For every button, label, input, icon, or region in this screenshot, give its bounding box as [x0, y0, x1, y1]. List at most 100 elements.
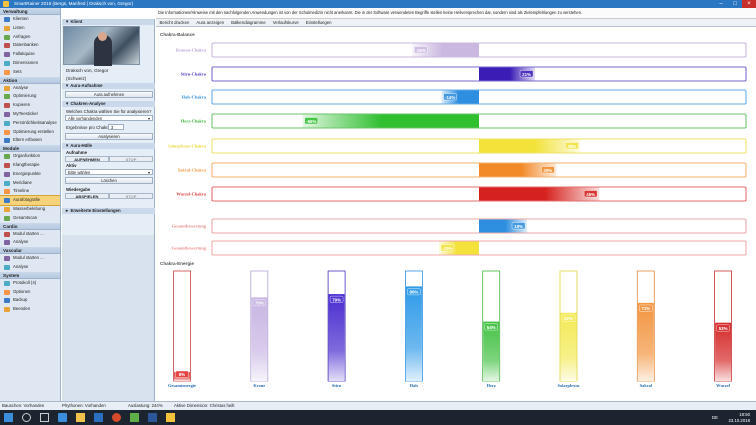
status-bar: Bauschen: Vorhanden Phythonen: Vorhanden… — [0, 401, 756, 410]
sidebar-item[interactable]: Datenbanken — [0, 41, 60, 50]
sidebar-item[interactable]: MyTeesticker — [0, 110, 60, 119]
nav-section-3[interactable]: Cardio — [0, 222, 60, 230]
sidebar-item-label: Protokoll (4) — [13, 279, 37, 285]
klient-header[interactable]: ▼ Klient — [62, 19, 154, 25]
balance-category-label: Kronen-Chakra — [176, 48, 207, 53]
loeschen-button[interactable]: Löschen — [65, 177, 153, 184]
aurahuelle-header[interactable]: ▼ Aura-Hülle — [62, 143, 155, 149]
toolbar-item[interactable]: Bericht drucken — [156, 19, 193, 27]
store-icon[interactable] — [94, 413, 103, 422]
sidebar-item[interactable]: Klienten — [0, 15, 60, 24]
aufnehmen-button[interactable]: AUFNEHMEN — [65, 156, 109, 162]
clock-time[interactable]: 18:50 — [739, 412, 750, 417]
nav-item-icon — [4, 60, 10, 66]
chakra-select[interactable]: Alle vorhandenden ▾ — [65, 115, 153, 121]
chevron-down-icon: ▾ — [147, 116, 150, 121]
search-icon[interactable] — [22, 413, 31, 422]
nav-item-icon — [4, 198, 10, 204]
sidebar-item[interactable]: Eltern erfassen — [0, 136, 60, 145]
sidebar-item[interactable]: Analyse — [0, 238, 60, 247]
main-toolbar: Bericht drucken Aura anzeigen Balkendiagra… — [156, 19, 756, 27]
sidebar-item[interactable]: Modul starten ... — [0, 254, 60, 263]
sidebar-item[interactable]: Listen — [0, 24, 60, 33]
nav-section-0[interactable]: Verwaltung — [0, 8, 60, 15]
nav-item-icon — [4, 85, 10, 91]
nav-item-icon — [4, 215, 10, 221]
sidebar-item[interactable]: Analyse — [0, 263, 60, 272]
smartrainer-icon[interactable] — [166, 413, 175, 422]
sidebar-item[interactable]: Optimierung erstellen — [0, 128, 60, 137]
clock-date[interactable]: 23.10.2018 — [728, 418, 750, 423]
nav-item-icon — [4, 240, 10, 246]
sidebar-item-label: Analyse — [13, 84, 29, 90]
nav-item-icon — [4, 52, 10, 58]
word-icon[interactable] — [148, 413, 157, 422]
aura-header[interactable]: ▼ Aura-Aufnahme — [62, 83, 155, 89]
sidebar-item[interactable]: Persönlichkeitsanalyse — [0, 119, 60, 128]
balance-category-label: Herz-Chakra — [181, 119, 207, 124]
maximize-button[interactable]: □ — [728, 0, 742, 8]
sidebar-item[interactable]: Beenden — [0, 305, 60, 314]
sidebar-item[interactable]: Optionen — [0, 288, 60, 297]
sidebar-item-label: Beenden — [13, 306, 31, 312]
sidebar-item[interactable]: Dimensionen — [0, 59, 60, 68]
close-button[interactable]: × — [742, 0, 756, 8]
nav-item-icon — [4, 17, 10, 22]
sidebar-item[interactable]: Optimierung — [0, 92, 60, 101]
sidebar-item[interactable]: Energiepunkte — [0, 170, 60, 179]
chakren-header[interactable]: ▼ Chakren-Analyse — [62, 101, 155, 107]
abspielen-button[interactable]: ABSPIELEN — [65, 193, 109, 199]
sidebar-item[interactable]: Modul starten ... — [0, 230, 60, 239]
sidebar-item[interactable]: Klangtherapie — [0, 161, 60, 170]
nav-item-icon — [4, 25, 10, 31]
aura-select-value: Bitte wählen — [68, 170, 91, 175]
sidebar-item[interactable]: Sets — [0, 68, 60, 77]
nav-item-icon — [4, 129, 10, 135]
nav-section-4[interactable]: Vascular — [0, 247, 60, 255]
aura-select[interactable]: Bitte wählen ▾ — [65, 169, 153, 175]
energy-value-label: 54% — [487, 325, 496, 330]
edge-icon[interactable] — [58, 413, 67, 422]
sidebar-item[interactable]: Kopieren — [0, 101, 60, 110]
sidebar-item[interactable]: Analyse — [0, 84, 60, 93]
sidebar-item[interactable]: Aurafotografie — [0, 195, 60, 206]
sidebar-item-label: Persönlichkeitsanalyse — [13, 119, 57, 125]
sidebar-item[interactable]: Backup — [0, 296, 60, 305]
sidebar-item[interactable]: Protokoll (4) — [0, 279, 60, 288]
sidebar-item[interactable]: Organfunktion — [0, 152, 60, 161]
minimize-button[interactable]: – — [714, 0, 728, 8]
language-indicator[interactable]: DE — [712, 415, 718, 420]
sidebar-item[interactable]: Gesamtscan — [0, 214, 60, 223]
start-icon[interactable] — [4, 413, 13, 422]
excel-icon[interactable] — [130, 413, 139, 422]
nav-item-icon — [4, 111, 10, 117]
nav-section-5[interactable]: System — [0, 271, 60, 279]
chakra-select-value: Alle vorhandenden — [68, 116, 103, 121]
nav-section-2[interactable]: Module — [0, 145, 60, 153]
info-text: Die Informationen/Hinweise mit den nachf… — [158, 10, 583, 15]
balance-category-label: Stirn-Chakra — [181, 72, 207, 77]
toolbar-item[interactable]: Einstellungen — [302, 19, 335, 27]
stop-button[interactable]: STOP — [109, 156, 153, 162]
toolbar-item[interactable]: Verlaufskurve — [269, 19, 302, 27]
toolbar-item[interactable]: Balkendiagramme — [228, 19, 270, 27]
nav-item-icon — [4, 189, 10, 195]
ergebnisse-stepper[interactable]: 3 — [108, 124, 124, 130]
chrome-icon[interactable] — [112, 413, 121, 422]
nav-section-1[interactable]: Aktion — [0, 76, 60, 84]
sidebar-item[interactable]: Wasserbelebung — [0, 205, 60, 214]
stop-playback-button[interactable]: STOP — [109, 193, 153, 199]
sidebar-item[interactable]: Fallakquise — [0, 50, 60, 59]
toolbar-item[interactable]: Aura anzeigen — [193, 19, 228, 27]
sidebar-item[interactable]: Anfragen — [0, 33, 60, 42]
explorer-icon[interactable] — [76, 413, 85, 422]
task-view-icon[interactable] — [40, 413, 49, 422]
sidebar-item[interactable]: Meridiane — [0, 179, 60, 188]
energy-bar — [637, 302, 654, 381]
sidebar-item[interactable]: Timeline — [0, 187, 60, 196]
energy-bar — [560, 312, 577, 381]
analysieren-button[interactable]: Analysieren — [65, 133, 153, 140]
chakren-header-label: Chakren-Analyse — [70, 101, 106, 106]
aura-aufnehmen-button[interactable]: Aura aufnehmen — [65, 91, 153, 98]
erweitert-header[interactable]: ► Erweiterte Einstellungen — [62, 208, 155, 214]
